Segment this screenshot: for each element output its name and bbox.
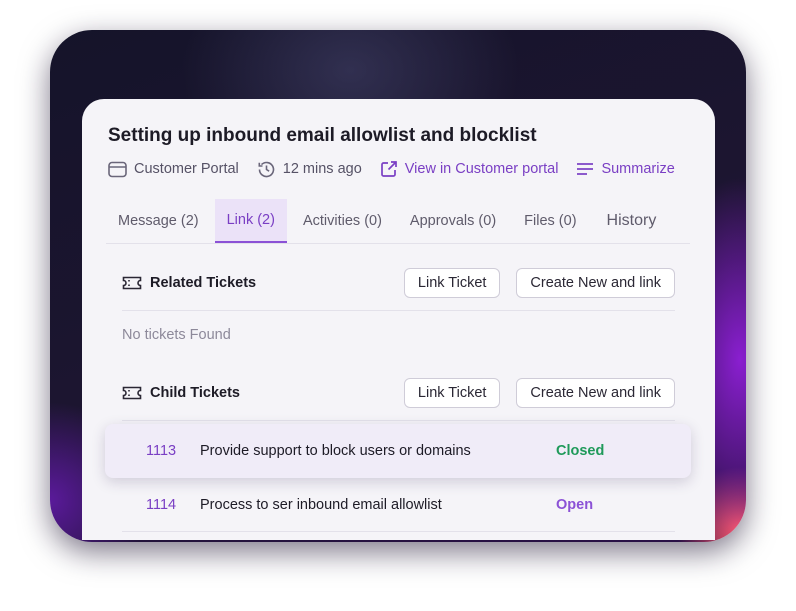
- clock-history-icon: [258, 161, 275, 177]
- table-row-content: 1113 Provide support to block users or d…: [146, 424, 604, 478]
- ticket-subject: Process to ser inbound email allowlist: [200, 497, 442, 513]
- status-badge: Closed: [556, 443, 605, 459]
- ticket-tabs: Message (2) Link (2) Activities (0) Appr…: [106, 199, 690, 244]
- time-meta: 12 mins ago: [257, 160, 362, 179]
- table-row-highlighted[interactable]: 1113 Provide support to block users or d…: [105, 424, 691, 478]
- child-tickets-header: Child Tickets Link Ticket Create New and…: [122, 376, 675, 410]
- row-divider: [122, 531, 675, 532]
- summarize-label: Summarize: [601, 161, 675, 177]
- tab-link[interactable]: Link (2): [214, 199, 287, 243]
- ticket-id[interactable]: 1113: [146, 443, 200, 459]
- related-tickets-title: Related Tickets: [150, 275, 257, 291]
- related-link-ticket-button[interactable]: Link Ticket: [403, 268, 501, 298]
- tab-activities[interactable]: Activities (0): [291, 199, 394, 243]
- table-row[interactable]: 1114 Process to ser inbound email allowl…: [146, 497, 594, 513]
- view-in-portal-link[interactable]: View in Customer portal: [380, 160, 559, 178]
- tab-approvals[interactable]: Approvals (0): [398, 199, 508, 243]
- tab-files[interactable]: Files (0): [512, 199, 588, 243]
- ticket-meta: Customer Portal 12 mins ago View in Cust…: [108, 159, 693, 179]
- child-link-ticket-button[interactable]: Link Ticket: [403, 378, 501, 408]
- related-create-new-and-link-button[interactable]: Create New and link: [516, 268, 675, 298]
- source-meta: Customer Portal: [108, 161, 239, 178]
- ticket-title: Setting up inbound email allowlist and b…: [108, 125, 537, 146]
- status-badge: Open: [556, 497, 594, 513]
- ticket-subject: Provide support to block users or domain…: [200, 443, 471, 459]
- ticket-icon: [122, 276, 142, 290]
- summarize-lines-icon: [577, 163, 594, 175]
- ticket-id[interactable]: 1114: [146, 497, 200, 513]
- time-label: 12 mins ago: [282, 161, 362, 177]
- tab-message[interactable]: Message (2): [106, 199, 211, 243]
- child-create-new-and-link-button[interactable]: Create New and link: [516, 378, 675, 408]
- related-divider: [122, 310, 675, 311]
- portal-icon: [108, 161, 127, 177]
- related-empty-text: No tickets Found: [122, 327, 231, 343]
- view-in-portal-label: View in Customer portal: [404, 161, 559, 177]
- ticket-icon: [122, 386, 142, 400]
- external-link-icon: [380, 161, 397, 177]
- summarize-button[interactable]: Summarize: [576, 161, 675, 177]
- related-tickets-header: Related Tickets Link Ticket Create New a…: [122, 266, 675, 300]
- child-tickets-title: Child Tickets: [150, 385, 240, 401]
- tab-history[interactable]: History: [595, 199, 669, 243]
- child-divider: [122, 420, 675, 421]
- source-label: Customer Portal: [134, 161, 239, 177]
